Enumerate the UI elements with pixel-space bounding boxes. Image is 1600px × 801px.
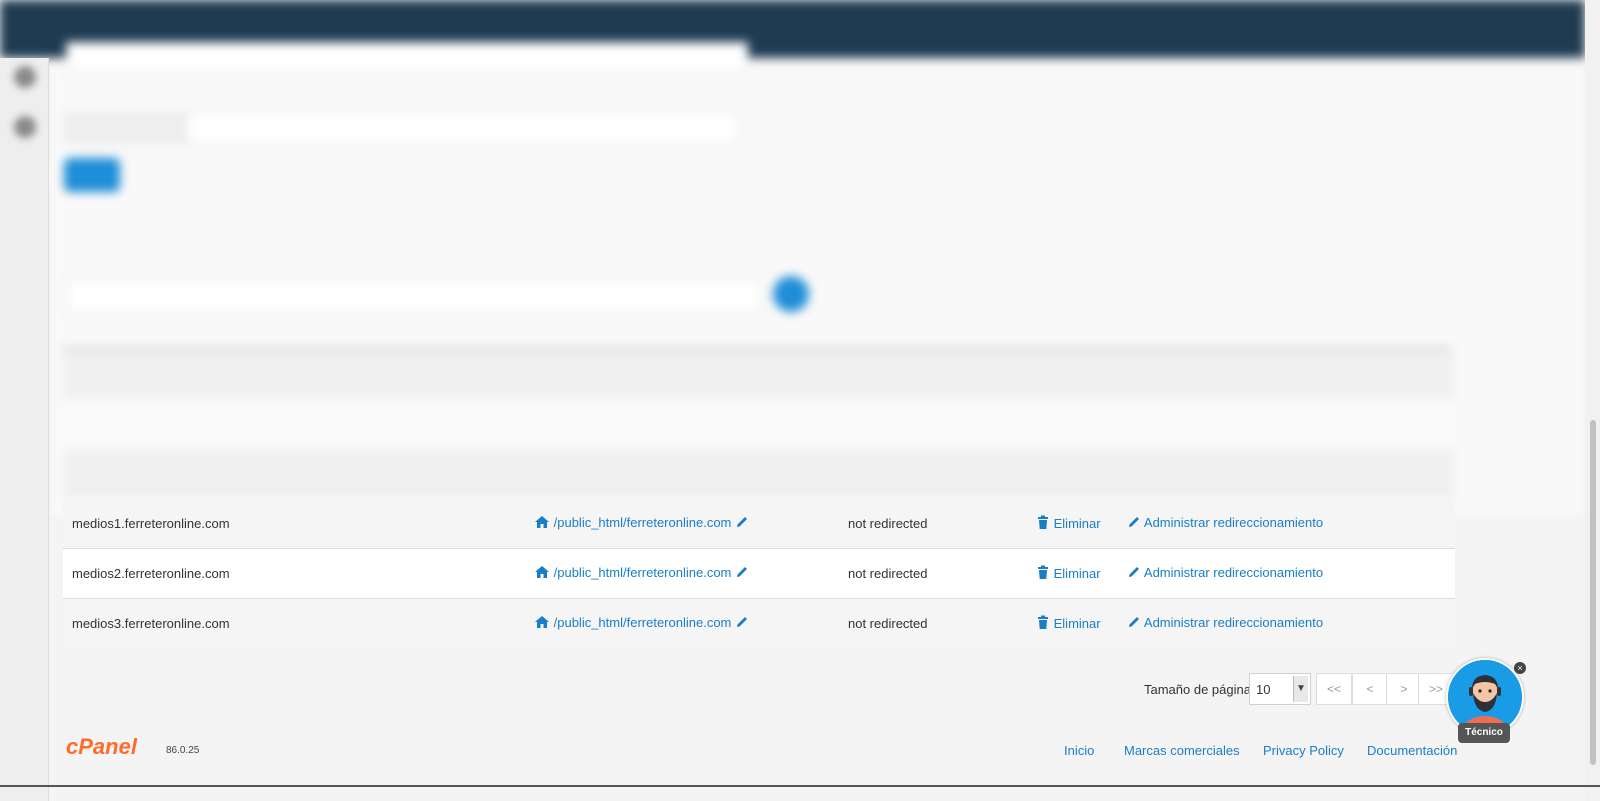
sidebar-icon[interactable] xyxy=(14,66,36,88)
delete-link[interactable]: Eliminar xyxy=(1054,516,1101,531)
chevron-down-icon: ▼ xyxy=(1293,676,1308,702)
docroot-link[interactable]: /public_html/ferreteronline.com xyxy=(554,615,732,630)
cpanel-version: 86.0.25 xyxy=(166,745,200,756)
redirection-cell: not redirected xyxy=(848,598,1036,648)
pencil-icon xyxy=(1127,515,1141,532)
redirection-cell: not redirected xyxy=(848,499,1036,549)
chat-close-icon[interactable]: × xyxy=(1514,662,1526,674)
delete-cell: Eliminar xyxy=(1036,598,1127,648)
trash-icon[interactable] xyxy=(1036,565,1050,583)
chat-widget-label: Técnico xyxy=(1458,723,1510,743)
subdomain-table: medios1.ferreteronline.com /public_html/… xyxy=(63,499,1455,648)
pencil-icon[interactable] xyxy=(735,565,749,582)
blurred-row xyxy=(63,450,1455,499)
first-page-button[interactable]: << xyxy=(1316,673,1352,705)
sidebar-icon[interactable] xyxy=(14,116,36,138)
subdomain-cell: medios2.ferreteronline.com xyxy=(63,548,534,599)
blurred-input xyxy=(186,113,740,143)
docroot-cell: /public_html/ferreteronline.com xyxy=(534,499,848,549)
home-icon xyxy=(534,565,550,582)
manage-redirection-link[interactable]: Administrar redireccionamiento xyxy=(1144,515,1323,530)
manage-redirection-link[interactable]: Administrar redireccionamiento xyxy=(1144,615,1323,630)
blurred-button xyxy=(64,158,120,192)
subdomain-cell: medios1.ferreteronline.com xyxy=(63,499,534,549)
manage-cell: Administrar redireccionamiento xyxy=(1127,548,1455,599)
blurred-search-button xyxy=(773,276,809,312)
subdomain-cell: medios3.ferreteronline.com xyxy=(63,598,534,648)
scrollbar-thumb[interactable] xyxy=(1590,420,1596,765)
table-row: medios1.ferreteronline.com /public_html/… xyxy=(63,499,1455,549)
docroot-link[interactable]: /public_html/ferreteronline.com xyxy=(554,515,732,530)
blurred-search xyxy=(66,280,762,312)
pencil-icon xyxy=(1127,615,1141,632)
next-page-button[interactable]: > xyxy=(1386,673,1422,705)
pencil-icon[interactable] xyxy=(735,615,749,632)
window-bottom-edge xyxy=(0,785,1600,787)
pencil-icon xyxy=(1127,565,1141,582)
manage-redirection-link[interactable]: Administrar redireccionamiento xyxy=(1144,565,1323,580)
docroot-cell: /public_html/ferreteronline.com xyxy=(534,548,848,599)
delete-link[interactable]: Eliminar xyxy=(1054,616,1101,631)
table-row: medios2.ferreteronline.com /public_html/… xyxy=(63,548,1455,599)
footer-link-trademarks[interactable]: Marcas comerciales xyxy=(1124,743,1240,758)
manage-cell: Administrar redireccionamiento xyxy=(1127,499,1455,549)
docroot-cell: /public_html/ferreteronline.com xyxy=(534,598,848,648)
cpanel-logo: cPanel xyxy=(66,734,137,759)
blurred-background xyxy=(0,0,1600,515)
manage-cell: Administrar redireccionamiento xyxy=(1127,598,1455,648)
delete-cell: Eliminar xyxy=(1036,499,1127,549)
blurred-field xyxy=(66,42,748,72)
home-icon xyxy=(534,615,550,632)
docroot-link[interactable]: /public_html/ferreteronline.com xyxy=(554,565,732,580)
delete-link[interactable]: Eliminar xyxy=(1054,566,1101,581)
blurred-row xyxy=(63,350,1455,399)
footer-link-documentation[interactable]: Documentación xyxy=(1367,743,1457,758)
footer-link-privacy[interactable]: Privacy Policy xyxy=(1263,743,1344,758)
home-icon xyxy=(534,515,550,532)
table-row: medios3.ferreteronline.com /public_html/… xyxy=(63,598,1455,648)
trash-icon[interactable] xyxy=(1036,515,1050,533)
blurred-row xyxy=(63,400,1455,449)
pencil-icon[interactable] xyxy=(735,515,749,532)
footer-link-inicio[interactable]: Inicio xyxy=(1064,743,1094,758)
sidebar xyxy=(0,58,49,801)
blurred-addon xyxy=(66,113,188,143)
delete-cell: Eliminar xyxy=(1036,548,1127,599)
prev-page-button[interactable]: < xyxy=(1352,673,1388,705)
page-size-label: Tamaño de página xyxy=(1144,682,1251,697)
page-size-select[interactable]: 10 ▼ xyxy=(1249,673,1311,705)
trash-icon[interactable] xyxy=(1036,615,1050,633)
redirection-cell: not redirected xyxy=(848,548,1036,599)
page-size-value: 10 xyxy=(1256,682,1271,697)
